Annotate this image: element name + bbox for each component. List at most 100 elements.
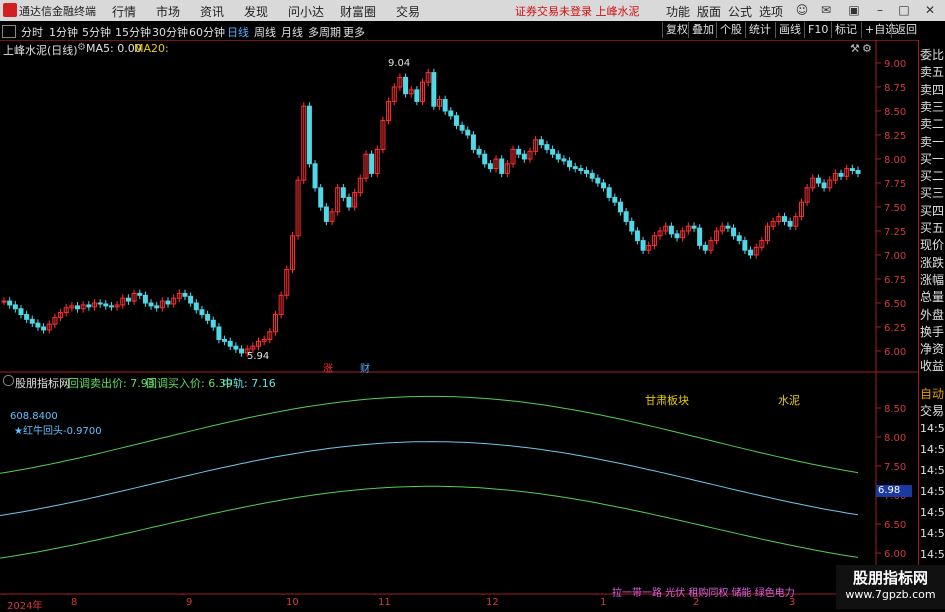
chart-tool-icon[interactable]: ⚒ bbox=[850, 42, 860, 55]
skin-icon[interactable]: ▣ bbox=[846, 2, 862, 18]
period-30min[interactable]: 30分钟 bbox=[152, 24, 188, 40]
tool-diejia[interactable]: 叠加 bbox=[688, 22, 717, 38]
menu-wenxiaoda[interactable]: 问小达 bbox=[288, 3, 324, 20]
menu-gongshi[interactable]: 公式 bbox=[728, 3, 752, 20]
price-tick-0: 9.00 bbox=[884, 59, 906, 70]
menu-xuanxiang[interactable]: 选项 bbox=[759, 3, 783, 20]
concepts-label: 拉一带一路 光伏 租购同权 储能 绿色电力 bbox=[612, 588, 795, 599]
chart-settings-icon[interactable]: ⚙ bbox=[862, 42, 872, 55]
tick-time: 14:56 bbox=[920, 485, 945, 498]
menu-gongneng[interactable]: 功能 bbox=[666, 3, 690, 20]
tick-time: 14:56 bbox=[920, 443, 945, 456]
mail-icon[interactable]: ✉ bbox=[818, 2, 834, 18]
price-tick-4: 8.00 bbox=[884, 155, 906, 166]
quote-field-label: 涨跌 bbox=[920, 255, 945, 270]
period-daily[interactable]: 日线 bbox=[227, 24, 249, 40]
quote-field-label: 委比 bbox=[920, 48, 945, 62]
period-1min[interactable]: 1分钟 bbox=[49, 24, 78, 40]
settings-icon[interactable]: ⚙ bbox=[77, 42, 86, 53]
user-icon[interactable]: ☺ bbox=[794, 2, 810, 18]
menu-hangqing[interactable]: 行情 bbox=[112, 3, 136, 20]
x-axis-label: 11 bbox=[378, 597, 391, 608]
candle-body bbox=[725, 225, 731, 229]
indicator-tick-5: 6.00 bbox=[884, 549, 906, 560]
tool-f10[interactable]: F10 bbox=[804, 22, 831, 38]
buy-price-label: 回调买入价: 6.39 bbox=[146, 377, 233, 390]
candle-body bbox=[199, 309, 205, 316]
candle-body bbox=[29, 318, 35, 324]
app-title: 通达信金融终端 bbox=[19, 5, 96, 18]
login-notice[interactable]: 证券交易未登录 上峰水泥 bbox=[515, 3, 640, 19]
indicator-name[interactable]: 股朋指标网 bbox=[15, 375, 70, 391]
x-axis-label: 2 bbox=[693, 597, 700, 608]
candle-body bbox=[414, 89, 420, 102]
menu-caifuquan[interactable]: 财富圈 bbox=[340, 3, 376, 20]
cai-marker[interactable]: 财 bbox=[360, 360, 370, 375]
tool-biaoji[interactable]: 标记 bbox=[831, 22, 860, 38]
candle-body bbox=[453, 115, 459, 126]
tick-time: 14:56 bbox=[920, 506, 945, 519]
period-monthly[interactable]: 月线 bbox=[281, 24, 303, 40]
candle-body bbox=[1, 300, 7, 303]
period-bar: 分时 1分钟 5分钟 15分钟 30分钟 60分钟 日线 周线 月线 多周期 更… bbox=[0, 21, 945, 41]
candle-body bbox=[691, 225, 697, 229]
upper-band-line bbox=[0, 395, 859, 474]
candle-body bbox=[742, 240, 748, 251]
tool-fuquan[interactable]: 复权 bbox=[662, 22, 691, 38]
price-tick-9: 6.75 bbox=[884, 275, 906, 286]
menu-banmian[interactable]: 版面 bbox=[697, 3, 721, 20]
candle-body bbox=[674, 233, 680, 239]
candle-body bbox=[465, 129, 471, 136]
price-tick-11: 6.25 bbox=[884, 323, 906, 334]
period-more[interactable]: 更多 bbox=[343, 24, 365, 40]
tick-time: 14:56 bbox=[920, 464, 945, 477]
tick-panel-label[interactable]: 自动 bbox=[920, 385, 944, 402]
candle-body bbox=[148, 302, 154, 307]
candle-body bbox=[318, 187, 324, 208]
candle-body bbox=[482, 153, 488, 165]
tick-panel-label[interactable]: 交易 bbox=[920, 402, 944, 419]
quote-field-label: 卖三 bbox=[920, 99, 945, 114]
period-5min[interactable]: 5分钟 bbox=[82, 24, 111, 40]
quote-field-label: 收益 bbox=[920, 359, 945, 374]
tool-gegu[interactable]: 个股 bbox=[716, 22, 745, 38]
x-axis-label: 10 bbox=[286, 597, 299, 608]
price-tick-8: 7.00 bbox=[884, 251, 906, 262]
menu-shichang[interactable]: 市场 bbox=[156, 3, 180, 20]
minimize-icon[interactable]: – bbox=[872, 2, 888, 18]
menu-jiaoyi[interactable]: 交易 bbox=[396, 3, 420, 20]
candle-body bbox=[849, 168, 855, 172]
candle-body bbox=[578, 168, 584, 172]
candle-body bbox=[634, 230, 640, 242]
quote-field-label: 卖四 bbox=[920, 82, 945, 97]
zhang-marker[interactable]: 涨 bbox=[323, 360, 333, 375]
candle-body bbox=[188, 295, 194, 304]
chart-area[interactable]: 9.00 8.75 8.50 8.25 8.00 7.75 7.50 7.25 7.00 6.75… bbox=[0, 40, 918, 595]
maximize-icon[interactable]: □ bbox=[896, 2, 912, 18]
period-15min[interactable]: 15分钟 bbox=[115, 24, 151, 40]
industry-label: 水泥 bbox=[778, 394, 800, 407]
period-60min[interactable]: 60分钟 bbox=[189, 24, 225, 40]
menu-faxian[interactable]: 发现 bbox=[244, 3, 268, 20]
indicator-toggle-icon[interactable] bbox=[3, 375, 14, 386]
close-icon[interactable]: ✕ bbox=[922, 2, 938, 18]
period-weekly[interactable]: 周线 bbox=[254, 24, 276, 40]
candle-body bbox=[815, 177, 821, 184]
tool-tongji[interactable]: 统计 bbox=[745, 22, 774, 38]
candle-body bbox=[584, 170, 590, 174]
period-fenshi[interactable]: 分时 bbox=[21, 24, 43, 40]
menu-zixun[interactable]: 资讯 bbox=[200, 3, 224, 20]
period-multi[interactable]: 多周期 bbox=[308, 24, 341, 40]
candle-body bbox=[222, 338, 228, 342]
x-axis-label: 1 bbox=[600, 597, 607, 608]
x-axis-label: 8 bbox=[71, 597, 78, 608]
candle-body bbox=[550, 148, 556, 155]
sector-label: 甘肃板块 bbox=[645, 394, 689, 407]
tool-huaxian[interactable]: 画线 bbox=[775, 22, 804, 38]
panel-toggle-icon[interactable] bbox=[2, 25, 16, 38]
quote-field-label: 现价 bbox=[920, 238, 945, 253]
candle-body bbox=[855, 170, 861, 174]
tool-fanhui[interactable]: 返回 bbox=[891, 22, 920, 38]
candle-body bbox=[487, 163, 493, 170]
x-axis-label: 2024年 bbox=[7, 601, 43, 612]
